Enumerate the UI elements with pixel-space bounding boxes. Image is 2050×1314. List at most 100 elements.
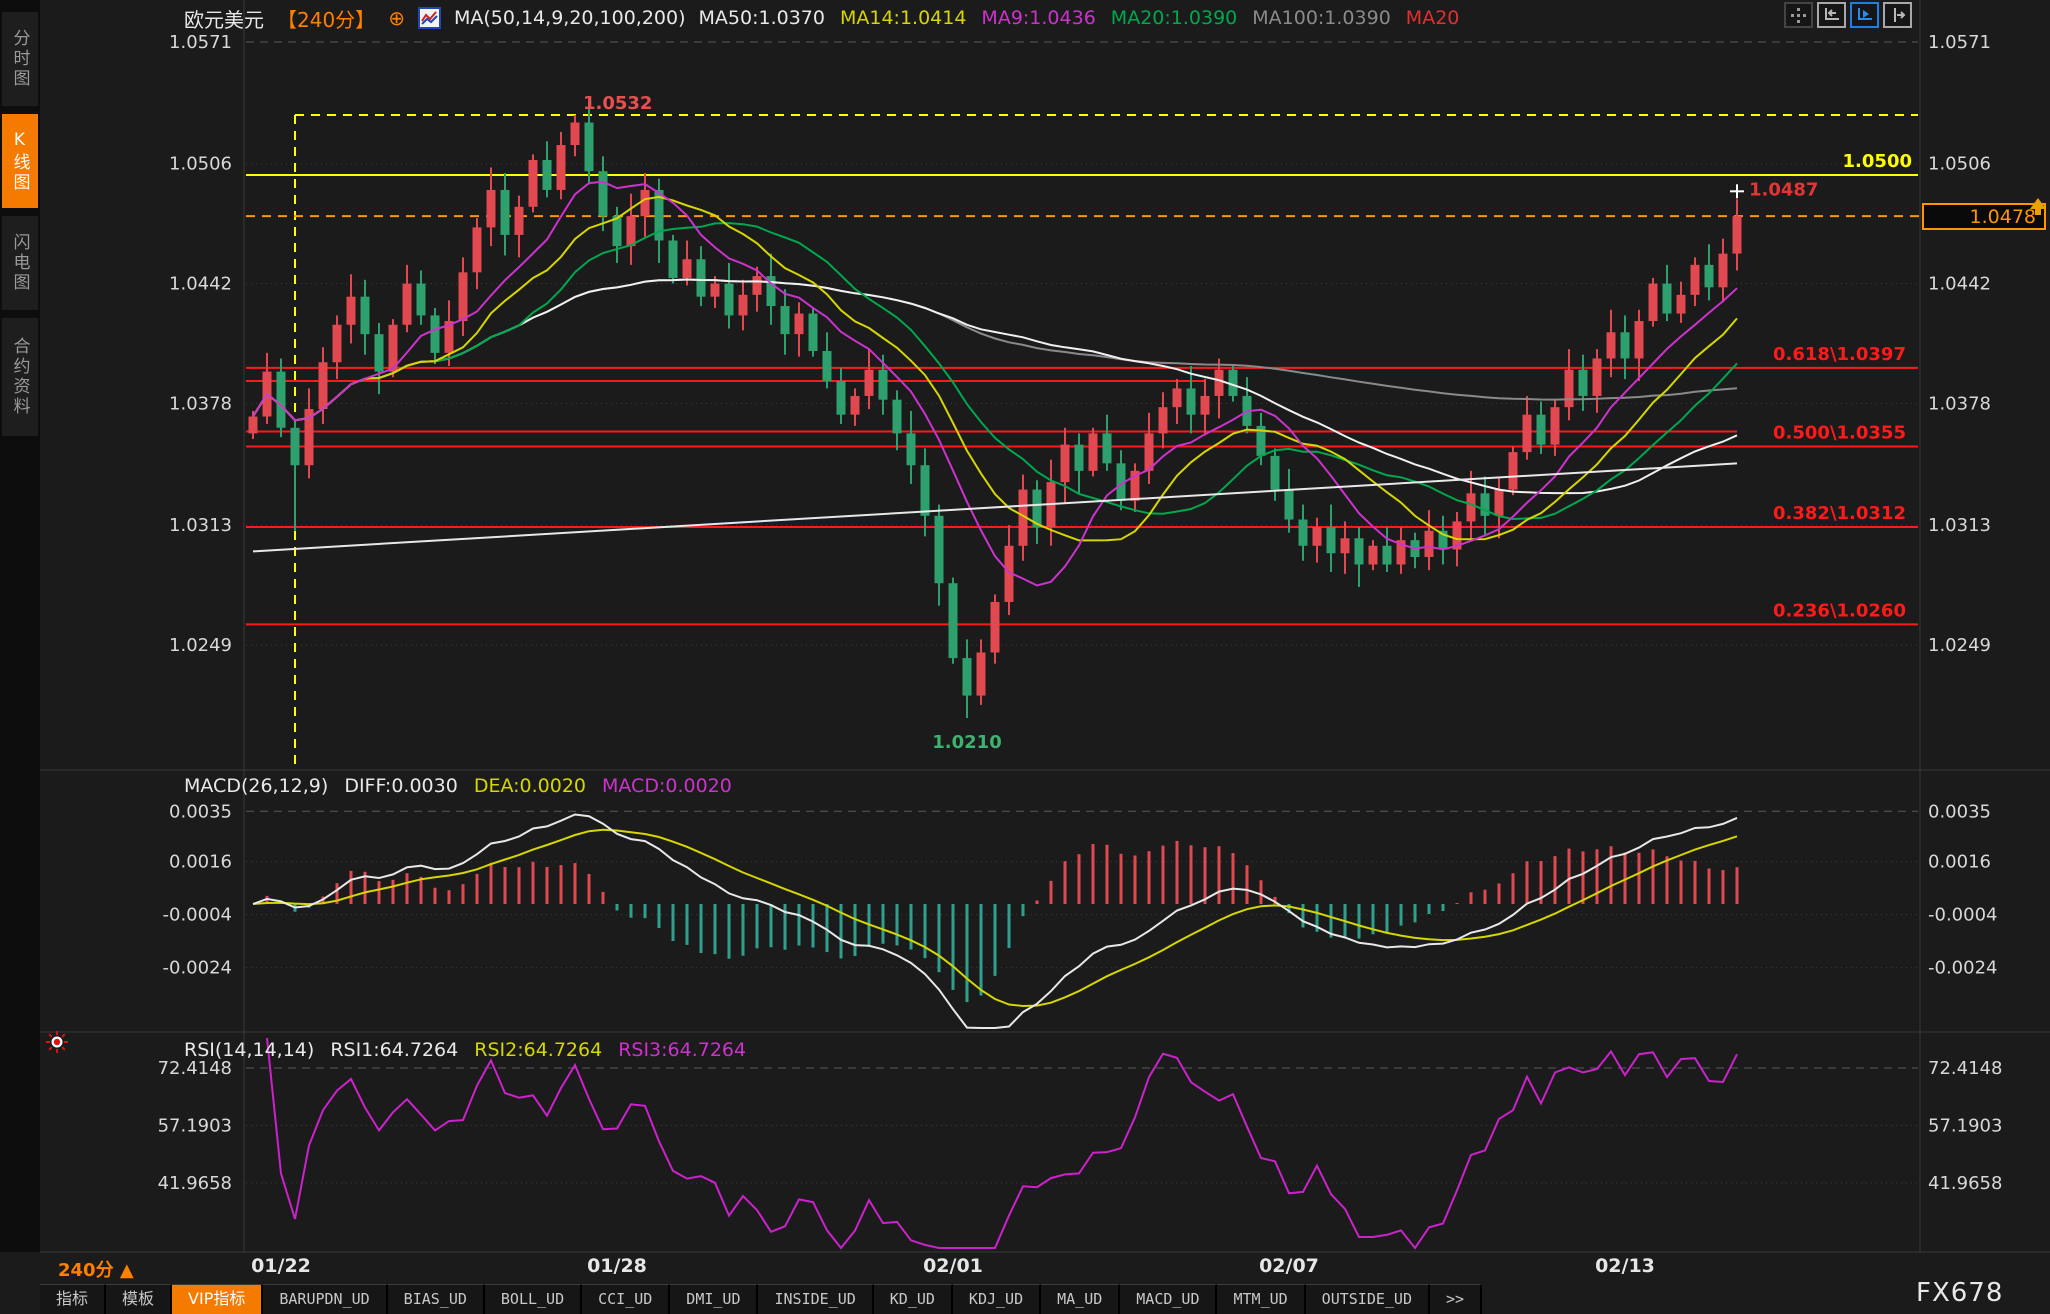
main-chart-svg[interactable]: 1.05711.05711.05061.05061.04421.04421.03… — [0, 0, 2050, 1314]
toolbar-tab-kdj_ud[interactable]: KDJ_UD — [953, 1284, 1041, 1314]
fib-label: 0.500\1.0355 — [1773, 423, 1906, 444]
scale-play-button[interactable] — [1850, 2, 1879, 28]
bottom-period-label[interactable]: 240分 ▲ — [58, 1256, 134, 1282]
toolbar-tab-dmi_ud[interactable]: DMI_UD — [670, 1284, 758, 1314]
candle — [711, 284, 720, 297]
candle — [585, 123, 594, 172]
sidebar-item-2[interactable]: 闪电图 — [2, 216, 38, 310]
candle — [487, 190, 496, 227]
date-label: 02/13 — [1595, 1255, 1655, 1277]
toolbar-tab-cci_ud[interactable]: CCI_UD — [582, 1284, 670, 1314]
toolbar-tab-kd_ud[interactable]: KD_UD — [874, 1284, 953, 1314]
candle — [697, 259, 706, 296]
toolbar-tab-boll_ud[interactable]: BOLL_UD — [485, 1284, 582, 1314]
candle — [865, 370, 874, 396]
candle — [1285, 490, 1294, 520]
candle — [1201, 396, 1210, 415]
macd-dea-value: DEA:0.0020 — [474, 775, 586, 797]
sidebar-item-0[interactable]: 分时图 — [2, 12, 38, 106]
scale-left-button[interactable] — [1817, 2, 1846, 28]
sidebar-item-1[interactable]: K线图 — [2, 114, 38, 208]
timeframe-label[interactable]: 【240分】 — [277, 4, 375, 33]
toolbar-tab-mtm_ud[interactable]: MTM_UD — [1217, 1284, 1305, 1314]
candle — [1523, 415, 1532, 452]
yellow-level-label: 1.0500 — [1843, 151, 1912, 172]
candle — [1173, 388, 1182, 407]
toolbar-tab-barupdn_ud[interactable]: BARUPDN_UD — [263, 1284, 387, 1314]
sidebar-item-3[interactable]: 合约资料 — [2, 318, 38, 436]
candle — [613, 216, 622, 246]
candle — [291, 428, 300, 465]
rsi-axis-label-right: 72.4148 — [1928, 1058, 2002, 1079]
ma100-line — [253, 280, 1737, 421]
macd-axis-label-left: 0.0035 — [169, 801, 232, 822]
candle — [893, 400, 902, 434]
price-axis-label-left: 1.0249 — [169, 635, 232, 656]
candle — [417, 284, 426, 316]
candle — [977, 653, 986, 696]
chart-toolbar-buttons — [1784, 2, 1912, 28]
add-indicator-icon[interactable]: ⊕ — [388, 6, 405, 30]
candle — [1677, 295, 1686, 314]
candle — [347, 297, 356, 325]
candle — [669, 241, 678, 278]
candle — [809, 314, 818, 351]
candle — [1733, 216, 1742, 253]
candle — [1075, 445, 1084, 471]
price-axis-label-left: 1.0506 — [169, 154, 232, 175]
move-tool-button[interactable] — [1784, 2, 1813, 28]
rsi-line — [267, 1038, 1737, 1248]
candle — [1313, 527, 1322, 546]
candle — [1565, 370, 1574, 407]
price-axis-label-right: 1.0571 — [1928, 32, 1991, 53]
candle — [361, 297, 370, 334]
sidebar: 分时图 K线图闪电图合约资料 — [0, 0, 40, 1252]
candle — [333, 325, 342, 362]
mini-chart-icon[interactable] — [418, 7, 441, 29]
candle — [935, 516, 944, 583]
toolbar-tab-bias_ud[interactable]: BIAS_UD — [388, 1284, 485, 1314]
ma-legend: MA50:1.0370MA14:1.0414MA9:1.0436MA20:1.0… — [699, 7, 1460, 29]
target-icon[interactable] — [46, 1031, 68, 1053]
rsi3-value: RSI3:64.7264 — [618, 1039, 746, 1061]
candle — [249, 417, 258, 434]
ma200-line — [253, 463, 1737, 551]
scale-right-button[interactable] — [1883, 2, 1912, 28]
toolbar-tab-outside_ud[interactable]: OUTSIDE_UD — [1306, 1284, 1430, 1314]
rsi2-value: RSI2:64.7264 — [474, 1039, 602, 1061]
chart-header: 欧元美元 【240分】 ⊕ MA(50,14,9,20,100,200) MA5… — [184, 4, 1459, 32]
toolbar-tab-inside_ud[interactable]: INSIDE_UD — [758, 1284, 873, 1314]
candle — [431, 315, 440, 352]
macd-value: MACD:0.0020 — [602, 775, 732, 797]
candle — [1103, 433, 1112, 463]
candle — [515, 207, 524, 235]
ma-legend-entry-4: MA100:1.0390 — [1252, 7, 1391, 29]
toolbar-tab-vip[interactable]: VIP指标 — [172, 1284, 263, 1314]
rsi-axis-label-left: 72.4148 — [158, 1058, 232, 1079]
candle — [739, 295, 748, 316]
candle — [1719, 254, 1728, 288]
date-label: 01/28 — [587, 1255, 647, 1277]
candle — [459, 272, 468, 321]
rsi1-value: RSI1:64.7264 — [330, 1039, 458, 1061]
peak-price-label: 1.0532 — [583, 93, 652, 114]
symbol-title: 欧元美元 — [184, 4, 264, 33]
date-label: 02/07 — [1259, 1255, 1319, 1277]
macd-header: MACD(26,12,9) DIFF:0.0030 DEA:0.0020 MAC… — [184, 775, 732, 797]
rsi-axis-label-right: 57.1903 — [1928, 1116, 2002, 1137]
candle — [1215, 370, 1224, 396]
toolbar-tab-[interactable]: 指标 — [40, 1284, 106, 1314]
fib-label: 0.618\1.0397 — [1773, 344, 1906, 365]
toolbar-tab-ma_ud[interactable]: MA_UD — [1041, 1284, 1120, 1314]
toolbar-tab-[interactable]: 模板 — [106, 1284, 172, 1314]
rsi-axis-label-left: 41.9658 — [158, 1173, 232, 1194]
candle — [473, 227, 482, 272]
candle — [1649, 284, 1658, 321]
candle — [627, 216, 636, 246]
toolbar-tab-macd_ud[interactable]: MACD_UD — [1120, 1284, 1217, 1314]
low-price-label: 1.0210 — [932, 732, 1001, 753]
ma-legend-entry-3: MA20:1.0390 — [1111, 7, 1237, 29]
candle — [1691, 265, 1700, 295]
toolbar-tab->>[interactable]: >> — [1430, 1284, 1482, 1314]
last-price-tag: 1.0478 — [1922, 203, 2046, 230]
